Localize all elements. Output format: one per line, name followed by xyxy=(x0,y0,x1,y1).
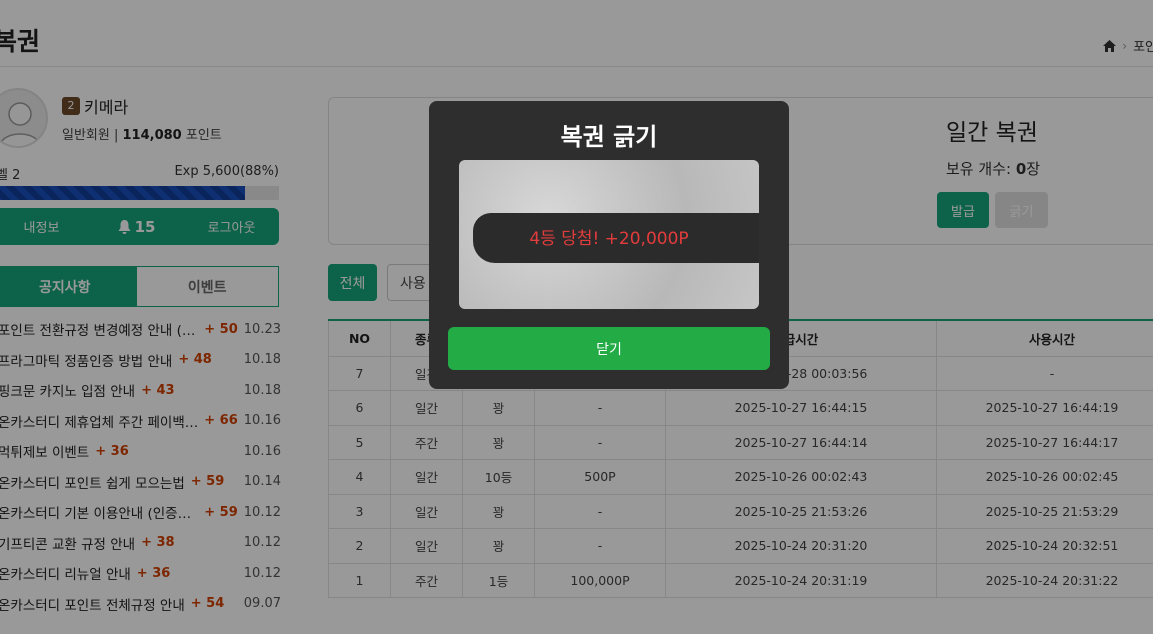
scratch-ticket[interactable]: 4등 당첨! +20,000P xyxy=(459,160,759,309)
scratch-modal: 복권 긁기 4등 당첨! +20,000P 닫기 xyxy=(429,101,789,389)
close-button[interactable]: 닫기 xyxy=(448,327,770,370)
prize-text: 4등 당첨! +20,000P xyxy=(529,229,689,249)
modal-title: 복권 긁기 xyxy=(560,123,658,151)
